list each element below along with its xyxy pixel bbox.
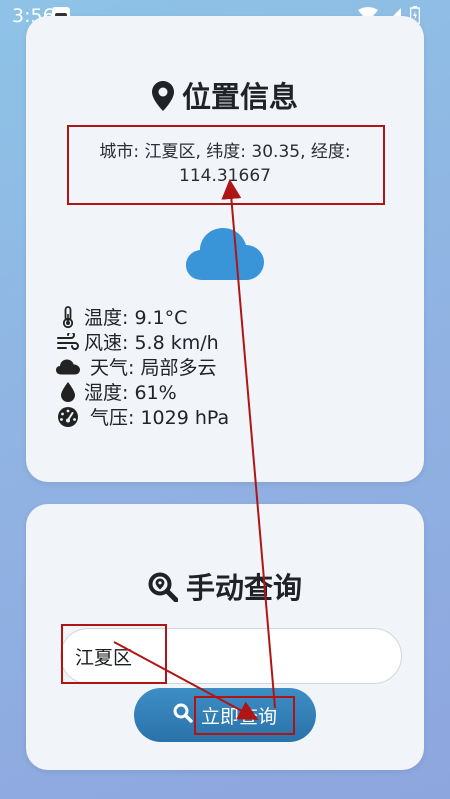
arrow-input-to-button (113, 641, 259, 720)
arrow-button-to-result (221, 179, 276, 709)
annotation-arrows (113, 179, 276, 720)
